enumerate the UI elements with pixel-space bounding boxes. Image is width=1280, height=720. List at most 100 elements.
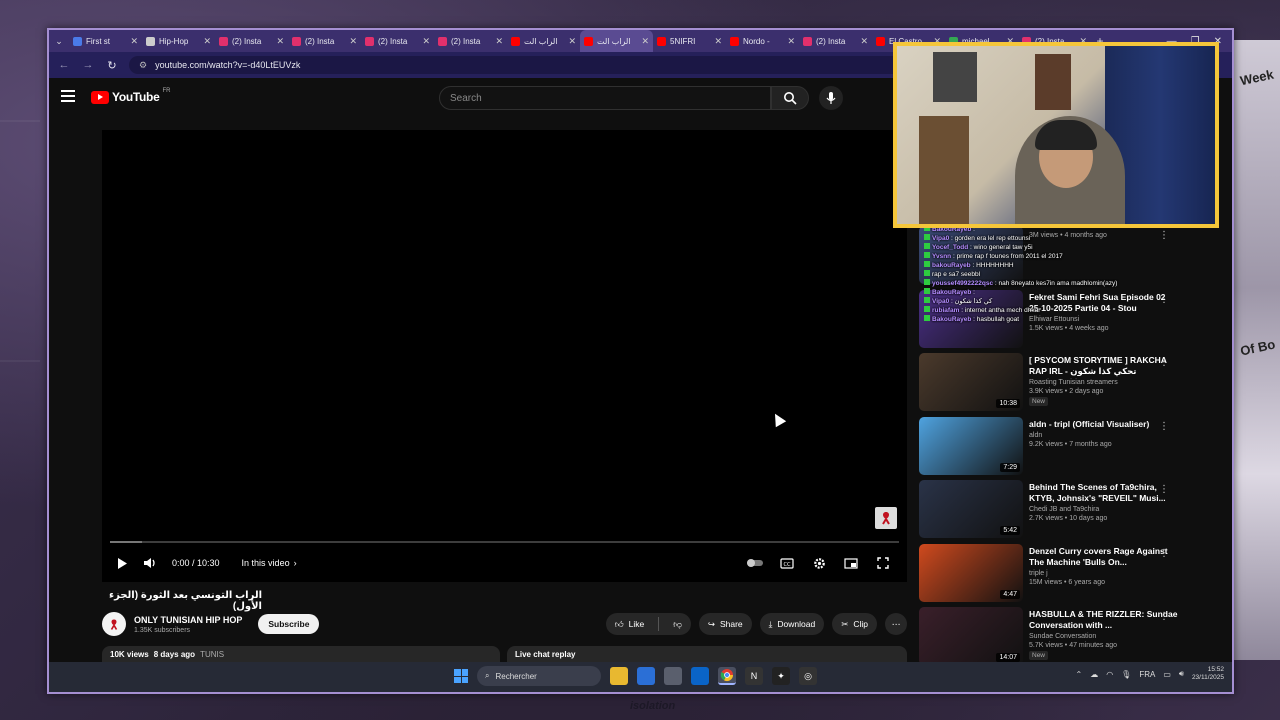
subtitles-button[interactable]: CC <box>773 550 801 576</box>
notion-icon[interactable]: N <box>745 667 763 685</box>
channel-name[interactable]: ONLY TUNISIAN HIP HOP <box>134 615 242 625</box>
in-this-video-button[interactable]: In this video › <box>242 558 297 568</box>
browser-tab[interactable]: Hip-Hop ✕ <box>142 30 215 52</box>
subscribe-button[interactable]: Subscribe <box>258 614 320 634</box>
tab-title: Nordo - <box>743 36 770 46</box>
video-player[interactable]: 0:00 / 10:30 In this video › CC <box>102 130 907 582</box>
more-options-icon[interactable]: ⋮ <box>1159 484 1169 495</box>
tab-search-icon[interactable]: ⌄ <box>49 36 69 47</box>
share-button[interactable]: ↪ Share <box>698 613 752 635</box>
more-options-icon[interactable]: ⋮ <box>1159 294 1169 305</box>
miniplayer-button[interactable] <box>837 550 865 576</box>
location-tag[interactable]: TUNIS <box>200 650 224 662</box>
recommendation-item[interactable]: 14:07 HASBULLA & THE RIZZLER: Sundae Conv… <box>919 607 1179 671</box>
more-options-icon[interactable]: ⋮ <box>1159 548 1169 559</box>
tab-close-icon[interactable]: ✕ <box>276 36 284 47</box>
more-actions-button[interactable]: ⋯ <box>885 613 907 635</box>
more-options-icon[interactable]: ⋮ <box>1159 421 1169 432</box>
recommendation-meta: 5.7K views • 47 minutes ago <box>1029 642 1118 649</box>
windows-start-icon[interactable] <box>454 669 468 683</box>
channel-watermark[interactable] <box>875 507 897 529</box>
settings-button[interactable] <box>805 550 833 576</box>
recommendation-item[interactable]: 10:38 [ PSYCOM STORYTIME ] RAKCHA RAP IRL… <box>919 353 1179 417</box>
autoplay-toggle[interactable] <box>741 550 769 576</box>
file-explorer-icon[interactable] <box>610 667 628 685</box>
voice-search-button[interactable] <box>819 86 843 110</box>
tab-close-icon[interactable]: ✕ <box>495 36 503 47</box>
channel-avatar[interactable] <box>102 612 126 636</box>
streaming-app-icon[interactable]: ◎ <box>799 667 817 685</box>
dislike-button[interactable]: 👎︎ <box>664 613 691 635</box>
search-button[interactable] <box>771 86 809 110</box>
taskbar-search[interactable]: ⌕ Rechercher <box>477 666 601 686</box>
tab-close-icon[interactable]: ✕ <box>860 36 868 47</box>
store-icon[interactable] <box>664 667 682 685</box>
recommendation-item[interactable]: 7:29 aldn - tripl (Official Visualiser) al… <box>919 416 1179 481</box>
clock-date: 23/11/2025 <box>1191 674 1224 681</box>
tab-close-icon[interactable]: ✕ <box>787 36 795 47</box>
browser-tab[interactable]: الراب الت ✕ <box>580 30 653 52</box>
chevron-up-icon[interactable]: ⌃ <box>1075 670 1082 679</box>
play-icon <box>118 557 127 569</box>
progress-bar[interactable] <box>110 541 899 543</box>
recommendation-item[interactable]: 5:42 Behind The Scenes of Ta9chira, KTYB,… <box>919 480 1179 544</box>
video-thumbnail[interactable]: 10:38 <box>919 353 1023 411</box>
video-thumbnail[interactable]: 14:07 <box>919 607 1023 665</box>
input-language[interactable]: FRA <box>1139 670 1155 679</box>
recommendation-item[interactable]: 4:47 Denzel Curry covers Rage Against The… <box>919 543 1179 608</box>
forward-icon[interactable]: → <box>81 59 95 71</box>
browser-tab[interactable]: Nordo - ✕ <box>726 30 799 52</box>
more-options-icon[interactable]: ⋮ <box>1159 357 1169 368</box>
tab-close-icon[interactable]: ✕ <box>349 36 357 47</box>
tab-close-icon[interactable]: ✕ <box>203 36 211 47</box>
browser-tab[interactable]: (2) Insta ✕ <box>215 30 288 52</box>
cloud-icon[interactable]: ☁ <box>1090 670 1098 679</box>
search-input[interactable]: Search <box>439 86 771 110</box>
video-thumbnail[interactable]: 4:47 <box>919 543 1023 602</box>
tab-close-icon[interactable]: ✕ <box>130 36 138 47</box>
tab-close-icon[interactable]: ✕ <box>422 36 430 47</box>
tab-favicon-icon <box>803 36 812 46</box>
chat-text: كي كذا شكون <box>954 298 993 305</box>
play-button[interactable] <box>108 550 136 576</box>
reload-icon[interactable]: ↻ <box>105 59 119 72</box>
tab-close-icon[interactable]: ✕ <box>568 36 576 47</box>
site-info-icon[interactable]: ⚙ <box>139 60 147 71</box>
speaker-icon[interactable]: 🔊︎ <box>1179 669 1184 679</box>
menu-icon[interactable] <box>61 90 75 102</box>
recommendation-info: Behind The Scenes of Ta9chira, KTYB, Joh… <box>1029 480 1179 544</box>
more-options-icon[interactable]: ⋮ <box>1159 230 1169 241</box>
youtube-logo[interactable]: YouTube FR <box>91 88 170 104</box>
app-icon[interactable]: ✦ <box>772 667 790 685</box>
tab-close-icon[interactable]: ✕ <box>714 36 722 47</box>
fullscreen-button[interactable] <box>869 550 897 576</box>
more-options-icon[interactable]: ⋮ <box>1159 611 1169 622</box>
browser-tab[interactable]: 5NIFRI ✕ <box>653 30 726 52</box>
outlook-icon[interactable] <box>691 667 709 685</box>
chrome-icon[interactable] <box>718 667 736 685</box>
back-icon[interactable]: ← <box>57 59 71 71</box>
channel-info: ONLY TUNISIAN HIP HOP 1.35K subscribers <box>134 615 242 634</box>
url-field[interactable]: ⚙ youtube.com/watch?v=-d40LtEUVzk <box>129 56 949 74</box>
network-icon[interactable]: ▭ <box>1163 670 1171 679</box>
volume-button[interactable] <box>136 550 164 576</box>
microphone-icon <box>826 92 836 104</box>
time-display: 0:00 / 10:30 <box>172 558 220 568</box>
browser-tab[interactable]: (2) Insta ✕ <box>434 30 507 52</box>
copilot-icon[interactable] <box>637 667 655 685</box>
clock[interactable]: 15:52 23/11/2025 <box>1192 666 1224 682</box>
browser-tab[interactable]: الراب الت ✕ <box>507 30 580 52</box>
tab-close-icon[interactable]: ✕ <box>641 36 649 47</box>
like-button[interactable]: 👍︎ Like <box>606 613 653 635</box>
download-button[interactable]: ⤓ Download <box>759 613 825 635</box>
browser-tab[interactable]: (2) Insta ✕ <box>799 30 872 52</box>
browser-tab[interactable]: (2) Insta ✕ <box>288 30 361 52</box>
clip-button[interactable]: ✂ Clip <box>832 613 877 635</box>
wifi-icon[interactable]: ◠ <box>1106 670 1113 679</box>
microphone-icon[interactable]: 🎙︎ <box>1121 670 1131 679</box>
browser-tab[interactable]: First st ✕ <box>69 30 142 52</box>
video-thumbnail[interactable]: 5:42 <box>919 480 1023 538</box>
video-thumbnail[interactable]: 7:29 <box>919 416 1023 475</box>
chat-message: Yvsnn : prime rap f tounes from 2011 el … <box>924 252 1154 261</box>
browser-tab[interactable]: (2) Insta ✕ <box>361 30 434 52</box>
